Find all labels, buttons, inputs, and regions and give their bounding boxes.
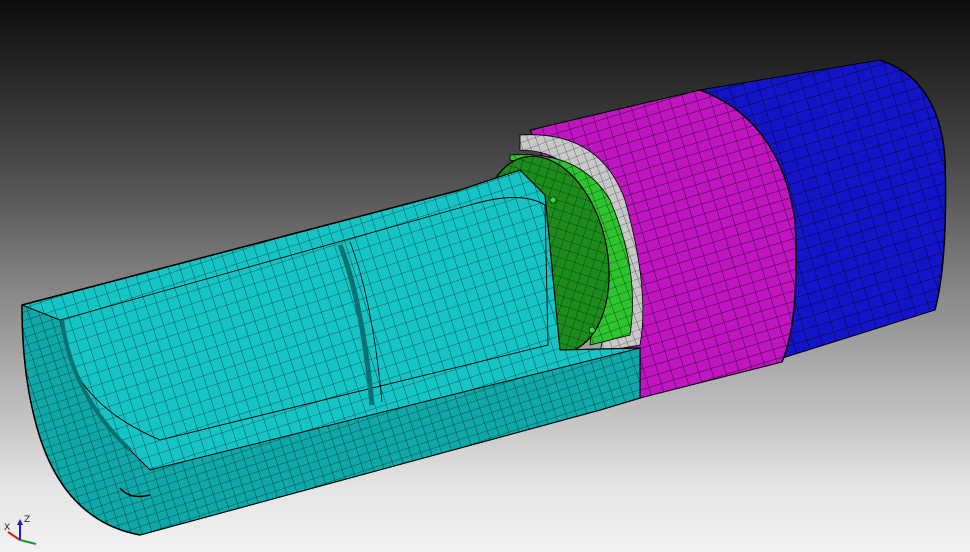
y-axis-arrow [19, 539, 37, 545]
graphics-viewport[interactable]: X Z [0, 0, 970, 552]
coordinate-triad: X Z [2, 510, 42, 550]
x-axis-arrow [7, 531, 21, 541]
x-axis-label: X [4, 523, 10, 533]
outer-housing-section[interactable] [21, 169, 641, 536]
fe-mesh-scene[interactable] [0, 0, 970, 552]
z-axis-label: Z [24, 515, 30, 525]
